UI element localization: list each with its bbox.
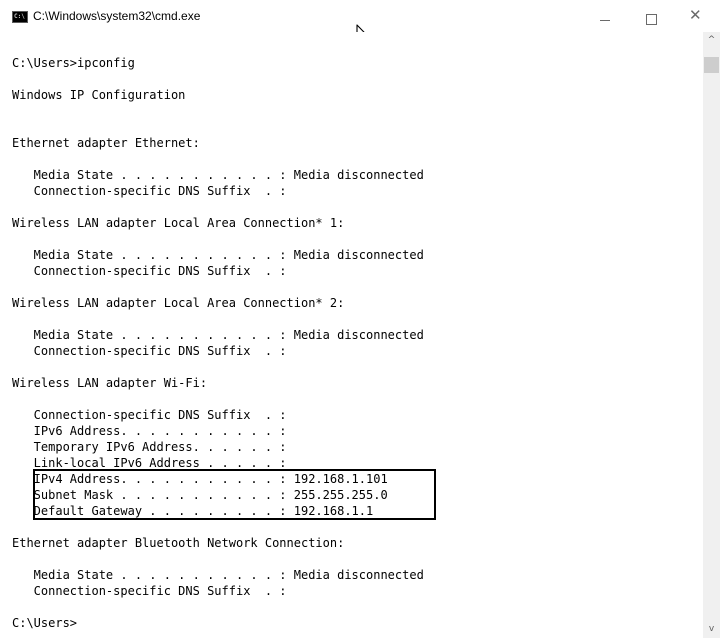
- console-line: Connection-specific DNS Suffix . :: [12, 344, 287, 358]
- console-line: Ethernet adapter Bluetooth Network Conne…: [12, 536, 345, 550]
- console-line: Connection-specific DNS Suffix . :: [12, 408, 287, 422]
- console-line: Wireless LAN adapter Local Area Connecti…: [12, 296, 345, 310]
- window-title: C:\Windows\system32\cmd.exe: [33, 9, 201, 23]
- console-line: Connection-specific DNS Suffix . :: [12, 264, 287, 278]
- scroll-down-arrow-icon[interactable]: v: [703, 621, 720, 638]
- cmd-icon-glyph: C:\: [14, 13, 25, 20]
- scroll-thumb[interactable]: [704, 57, 719, 73]
- console-line: Temporary IPv6 Address. . . . . . :: [12, 440, 287, 454]
- console-line: Connection-specific DNS Suffix . :: [12, 584, 287, 598]
- console-line: Ethernet adapter Ethernet:: [12, 136, 200, 150]
- console-line: C:\Users>: [12, 616, 78, 630]
- console-line: Wireless LAN adapter Wi-Fi:: [12, 376, 208, 390]
- minimize-icon: [600, 20, 610, 21]
- cmd-window: C:\ C:\Windows\system32\cmd.exe ✕ C:\Use…: [0, 0, 724, 638]
- console-line: Windows IP Configuration: [12, 88, 186, 102]
- maximize-icon: [646, 14, 657, 25]
- console-line: Media State . . . . . . . . . . . : Medi…: [12, 328, 424, 342]
- vertical-scrollbar[interactable]: ^ v: [703, 32, 720, 638]
- minimize-button[interactable]: [582, 0, 628, 32]
- console-line: Media State . . . . . . . . . . . : Medi…: [12, 248, 424, 262]
- console-output[interactable]: C:\Users>ipconfig Windows IP Configurati…: [0, 32, 703, 638]
- console-line: C:\Users>ipconfig: [12, 56, 135, 70]
- close-icon: ✕: [689, 6, 702, 24]
- close-button[interactable]: ✕: [674, 0, 724, 32]
- scroll-up-arrow-icon[interactable]: ^: [703, 32, 720, 49]
- console-line: IPv6 Address. . . . . . . . . . . :: [12, 424, 287, 438]
- console-line: Wireless LAN adapter Local Area Connecti…: [12, 216, 345, 230]
- console-line: Media State . . . . . . . . . . . : Medi…: [12, 568, 424, 582]
- ip-highlight-box: [33, 469, 436, 520]
- cmd-icon[interactable]: C:\: [12, 11, 28, 23]
- console-line: Connection-specific DNS Suffix . :: [12, 184, 287, 198]
- console-line: Media State . . . . . . . . . . . : Medi…: [12, 168, 424, 182]
- maximize-button[interactable]: [628, 0, 674, 32]
